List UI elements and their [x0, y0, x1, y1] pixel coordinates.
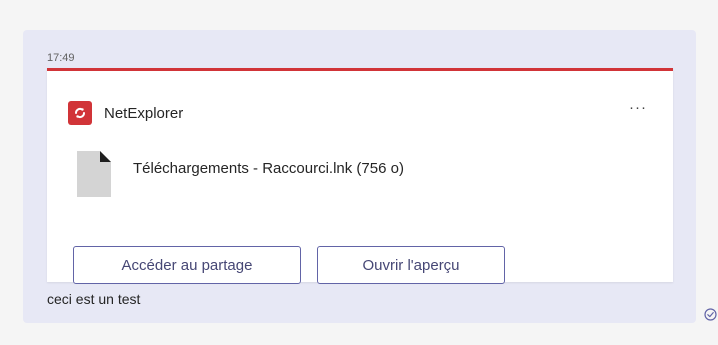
file-name: Téléchargements - Raccourci.lnk (756 o): [133, 160, 404, 177]
message-timestamp: 17:49: [47, 52, 75, 64]
open-preview-button[interactable]: Ouvrir l'aperçu: [317, 246, 505, 284]
netexplorer-logo-icon: [68, 101, 92, 125]
chat-pane: 17:49 NetExplorer ··· Téléchargements - …: [0, 0, 718, 345]
netexplorer-card: NetExplorer ··· Téléchargements - Raccou…: [47, 68, 673, 284]
file-icon: [77, 151, 111, 197]
message-text: ceci est un test: [47, 291, 141, 307]
access-share-button[interactable]: Accéder au partage: [73, 246, 301, 284]
more-options-icon[interactable]: ···: [629, 100, 647, 115]
card-file-row: Téléchargements - Raccourci.lnk (756 o): [77, 151, 404, 197]
message-bubble: 17:49 NetExplorer ··· Téléchargements - …: [23, 30, 696, 323]
card-app-name: NetExplorer: [104, 104, 184, 122]
card-app-header: NetExplorer: [68, 101, 183, 125]
seen-check-icon: [704, 308, 717, 321]
